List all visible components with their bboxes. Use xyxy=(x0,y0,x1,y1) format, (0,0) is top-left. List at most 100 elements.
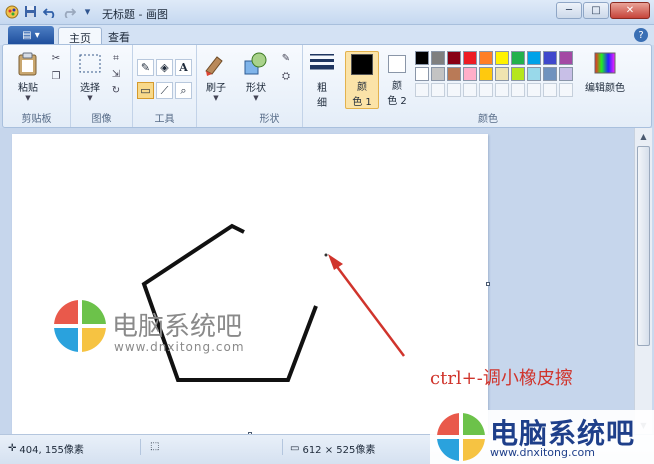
maximize-button[interactable]: □ xyxy=(583,2,609,19)
palette-custom-slot[interactable] xyxy=(511,83,525,97)
palette-color-swatch[interactable] xyxy=(415,67,429,81)
chevron-down-icon: ▼ xyxy=(25,94,31,102)
select-button[interactable]: 选择 ▼ xyxy=(77,51,103,102)
select-label: 选择 xyxy=(80,83,100,94)
palette-color-swatch[interactable] xyxy=(431,67,445,81)
palette-color-swatch[interactable] xyxy=(495,51,509,65)
color-2-label-1: 颜 xyxy=(392,81,402,92)
copy-icon[interactable]: ❐ xyxy=(49,69,63,83)
palette-color-swatch[interactable] xyxy=(527,51,541,65)
palette-color-swatch[interactable] xyxy=(431,51,445,65)
color-2-label-2: 色 2 xyxy=(387,96,407,107)
quick-access-toolbar: ▾ xyxy=(4,4,95,19)
palette-color-swatch[interactable] xyxy=(447,67,461,81)
palette-color-swatch[interactable] xyxy=(527,67,541,81)
color-1-button[interactable]: 颜 色 1 xyxy=(345,51,379,109)
selection-size-icon: ⬚ xyxy=(150,441,160,452)
help-icon[interactable]: ? xyxy=(634,28,648,42)
resize-icon[interactable]: ⇲ xyxy=(109,67,123,81)
cut-icon[interactable]: ✂ xyxy=(49,51,63,65)
palette-custom-slot[interactable] xyxy=(495,83,509,97)
clipboard-icon xyxy=(18,52,37,76)
palette-color-swatch[interactable] xyxy=(543,51,557,65)
customize-icon[interactable]: ▾ xyxy=(80,4,95,19)
scroll-up-icon[interactable]: ▲ xyxy=(636,129,651,144)
palette-custom-slot[interactable] xyxy=(415,83,429,97)
minimize-button[interactable]: ─ xyxy=(556,2,582,19)
color-2-swatch xyxy=(388,55,406,73)
shapes-label: 形状 xyxy=(246,83,266,94)
tab-home[interactable]: 主页 xyxy=(58,27,102,45)
save-icon[interactable] xyxy=(23,4,38,19)
outline-icon[interactable]: ✎ xyxy=(279,51,293,65)
palette-custom-slot[interactable] xyxy=(479,83,493,97)
palette-custom-slot[interactable] xyxy=(559,83,573,97)
status-divider xyxy=(140,439,141,455)
edit-colors-label: 编辑颜色 xyxy=(585,83,625,94)
annotation-arrow-head xyxy=(328,254,343,270)
rotate-icon[interactable]: ↻ xyxy=(109,83,123,97)
palette-custom-slot[interactable] xyxy=(463,83,477,97)
redo-icon[interactable] xyxy=(61,4,76,19)
edit-colors-button[interactable]: 编辑颜色 xyxy=(585,51,625,94)
palette-color-swatch[interactable] xyxy=(495,67,509,81)
brushes-label: 刷子 xyxy=(206,83,226,94)
palette-color-swatch[interactable] xyxy=(479,51,493,65)
undo-icon[interactable] xyxy=(42,4,57,19)
paste-label: 粘贴 xyxy=(18,83,38,94)
palette-color-swatch[interactable] xyxy=(559,51,573,65)
canvas-size-value: 612 × 525像素 xyxy=(302,445,376,456)
chevron-down-icon: ▼ xyxy=(213,94,219,102)
palette-color-swatch[interactable] xyxy=(543,67,557,81)
fill-icon[interactable]: ⛭ xyxy=(279,69,293,83)
size-label-1: 粗 xyxy=(317,83,327,94)
window-title: 无标题 - 画图 xyxy=(102,8,168,21)
size-button[interactable]: 粗 细 xyxy=(309,51,335,109)
crop-icon[interactable]: ⌗ xyxy=(109,51,123,65)
chevron-down-icon: ▼ xyxy=(87,94,93,102)
eraser-icon[interactable]: ▭ xyxy=(137,82,154,99)
palette-custom-slot[interactable] xyxy=(543,83,557,97)
chevron-down-icon: ▼ xyxy=(253,94,259,102)
palette-custom-slot[interactable] xyxy=(447,83,461,97)
paste-button[interactable]: 粘贴 ▼ xyxy=(15,51,41,102)
shapes-button[interactable]: 形状 ▼ xyxy=(243,51,269,102)
palette-color-swatch[interactable] xyxy=(463,67,477,81)
corner-watermark-url: www.dnxitong.com xyxy=(490,446,595,459)
palette-color-swatch[interactable] xyxy=(559,67,573,81)
corner-watermark: 电脑系统吧 www.dnxitong.com xyxy=(430,410,654,464)
fill-bucket-icon[interactable]: ◈ xyxy=(156,59,173,76)
pencil-icon[interactable]: ✎ xyxy=(137,59,154,76)
magnifier-icon[interactable]: ⌕ xyxy=(175,82,192,99)
brush-icon xyxy=(205,56,223,76)
palette-color-swatch[interactable] xyxy=(511,51,525,65)
brushes-button[interactable]: 刷子 ▼ xyxy=(203,51,229,102)
palette-custom-slot[interactable] xyxy=(527,83,541,97)
tab-view[interactable]: 查看 xyxy=(98,27,140,45)
close-button[interactable]: ✕ xyxy=(610,2,650,19)
color-picker-icon[interactable]: ⟋ xyxy=(156,82,173,99)
paint-app-icon[interactable] xyxy=(4,4,19,19)
tools-group: ✎ ◈ A ▭ ⟋ ⌕ 工具 xyxy=(133,45,197,127)
palette-color-swatch[interactable] xyxy=(511,67,525,81)
palette-color-swatch[interactable] xyxy=(479,67,493,81)
canvas-drawing xyxy=(54,223,405,382)
cursor-position: ✛ 404, 155像素 xyxy=(8,441,84,456)
text-tool-icon[interactable]: A xyxy=(175,59,192,76)
eraser-dot xyxy=(324,253,328,257)
palette-custom-slot[interactable] xyxy=(431,83,445,97)
cursor-position-value: 404, 155像素 xyxy=(19,445,84,456)
corner-logo-icon xyxy=(437,413,485,461)
app-menu-button[interactable]: ▤ ▾ xyxy=(8,26,54,44)
resize-handle-right[interactable] xyxy=(486,282,490,286)
palette-color-swatch[interactable] xyxy=(463,51,477,65)
watermark-title: 电脑系统吧 xyxy=(112,312,243,342)
palette-color-swatch[interactable] xyxy=(447,51,461,65)
colors-group-label: 颜色 xyxy=(478,114,498,125)
vertical-scrollbar[interactable]: ▲ ▼ xyxy=(634,128,652,434)
scrollbar-thumb[interactable] xyxy=(637,146,650,346)
drawing-canvas[interactable]: 电脑系统吧 www.dnxitong.com ctrl+-调小橡皮擦 xyxy=(12,134,573,436)
palette-color-swatch[interactable] xyxy=(415,51,429,65)
annotation-arrow xyxy=(331,259,405,357)
color-2-button[interactable]: 颜 色 2 xyxy=(382,51,412,107)
